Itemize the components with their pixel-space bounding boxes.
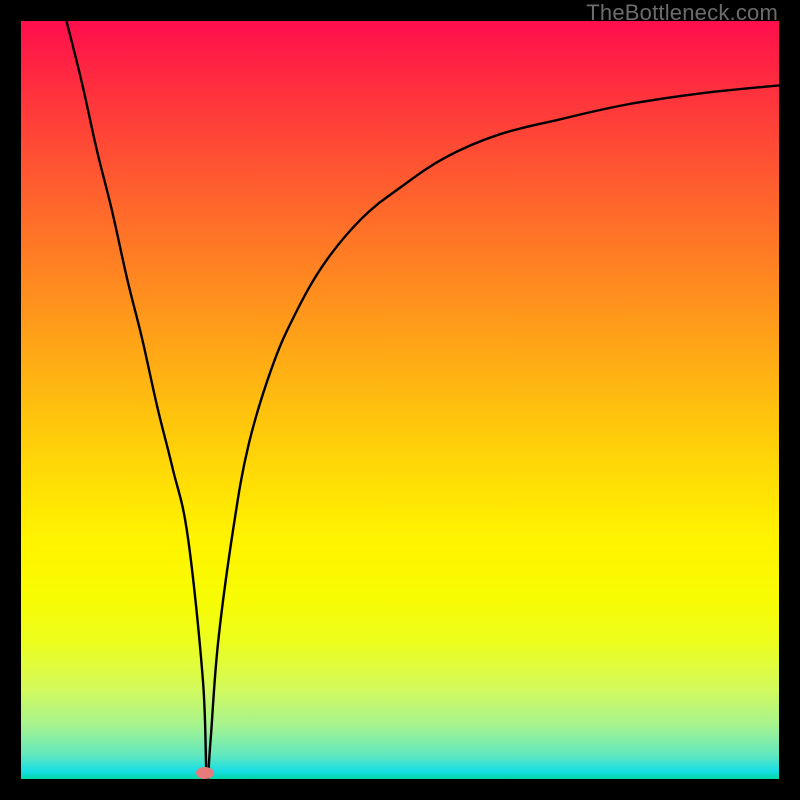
chart-frame: [21, 21, 779, 779]
bottleneck-curve: [21, 21, 779, 779]
attribution-label: TheBottleneck.com: [586, 0, 778, 26]
optimum-marker: [196, 767, 214, 779]
